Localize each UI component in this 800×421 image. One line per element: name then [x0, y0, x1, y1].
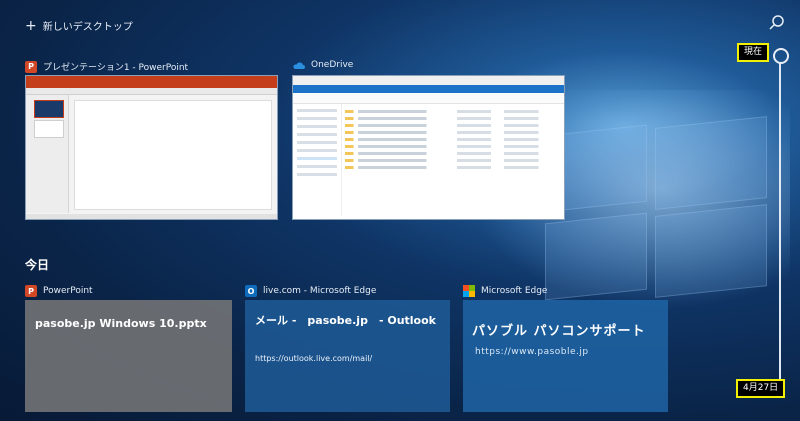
- window-title-onedrive[interactable]: OneDrive: [292, 60, 353, 70]
- window-title-text: OneDrive: [311, 60, 354, 70]
- window-title-text: プレゼンテーション1 - PowerPoint: [43, 63, 189, 73]
- timeline-scrollbar[interactable]: [779, 62, 781, 392]
- activity-card-edge[interactable]: パソブル パソコンサポート https://www.pasoble.jp: [463, 300, 668, 412]
- activity-app-label-outlook: O live.com - Microsoft Edge: [245, 285, 376, 297]
- timeline-now-label[interactable]: 現在: [737, 43, 770, 62]
- activity-card-url: https://outlook.live.com/mail/: [255, 354, 373, 363]
- windows-logo-wallpaper: [545, 116, 767, 301]
- timeline-knob[interactable]: [773, 48, 789, 64]
- onedrive-icon: [292, 61, 305, 70]
- powerpoint-icon: P: [25, 60, 37, 73]
- activity-card-outlook[interactable]: メール - pasobe.jp - Outlook https://outloo…: [245, 300, 450, 412]
- timeline-date-label[interactable]: 4月27日: [736, 379, 786, 398]
- activity-card-title: パソブル パソコンサポート: [472, 324, 646, 339]
- powerpoint-icon: P: [25, 285, 37, 297]
- microsoft-logo-icon: [463, 285, 475, 297]
- window-title-powerpoint[interactable]: P プレゼンテーション1 - PowerPoint: [25, 60, 188, 73]
- new-desktop-button[interactable]: + 新しいデスクトップ: [25, 17, 133, 34]
- activity-app-label-edge: Microsoft Edge: [463, 285, 547, 297]
- activity-app-label-powerpoint: P PowerPoint: [25, 285, 93, 297]
- plus-icon: +: [25, 17, 37, 34]
- new-desktop-label: 新しいデスクトップ: [42, 22, 133, 33]
- activity-card-title: メール - pasobe.jp - Outlook: [255, 314, 436, 327]
- outlook-icon: O: [245, 285, 257, 297]
- section-heading-today: 今日: [25, 258, 50, 272]
- window-thumbnail-onedrive[interactable]: [292, 75, 565, 220]
- activity-card-powerpoint[interactable]: pasobe.jp Windows 10.pptx: [25, 300, 232, 412]
- activity-card-title: pasobe.jp Windows 10.pptx: [35, 317, 207, 330]
- window-thumbnail-powerpoint[interactable]: [25, 75, 278, 220]
- search-icon[interactable]: [768, 14, 786, 32]
- activity-card-url: https://www.pasoble.jp: [475, 347, 589, 357]
